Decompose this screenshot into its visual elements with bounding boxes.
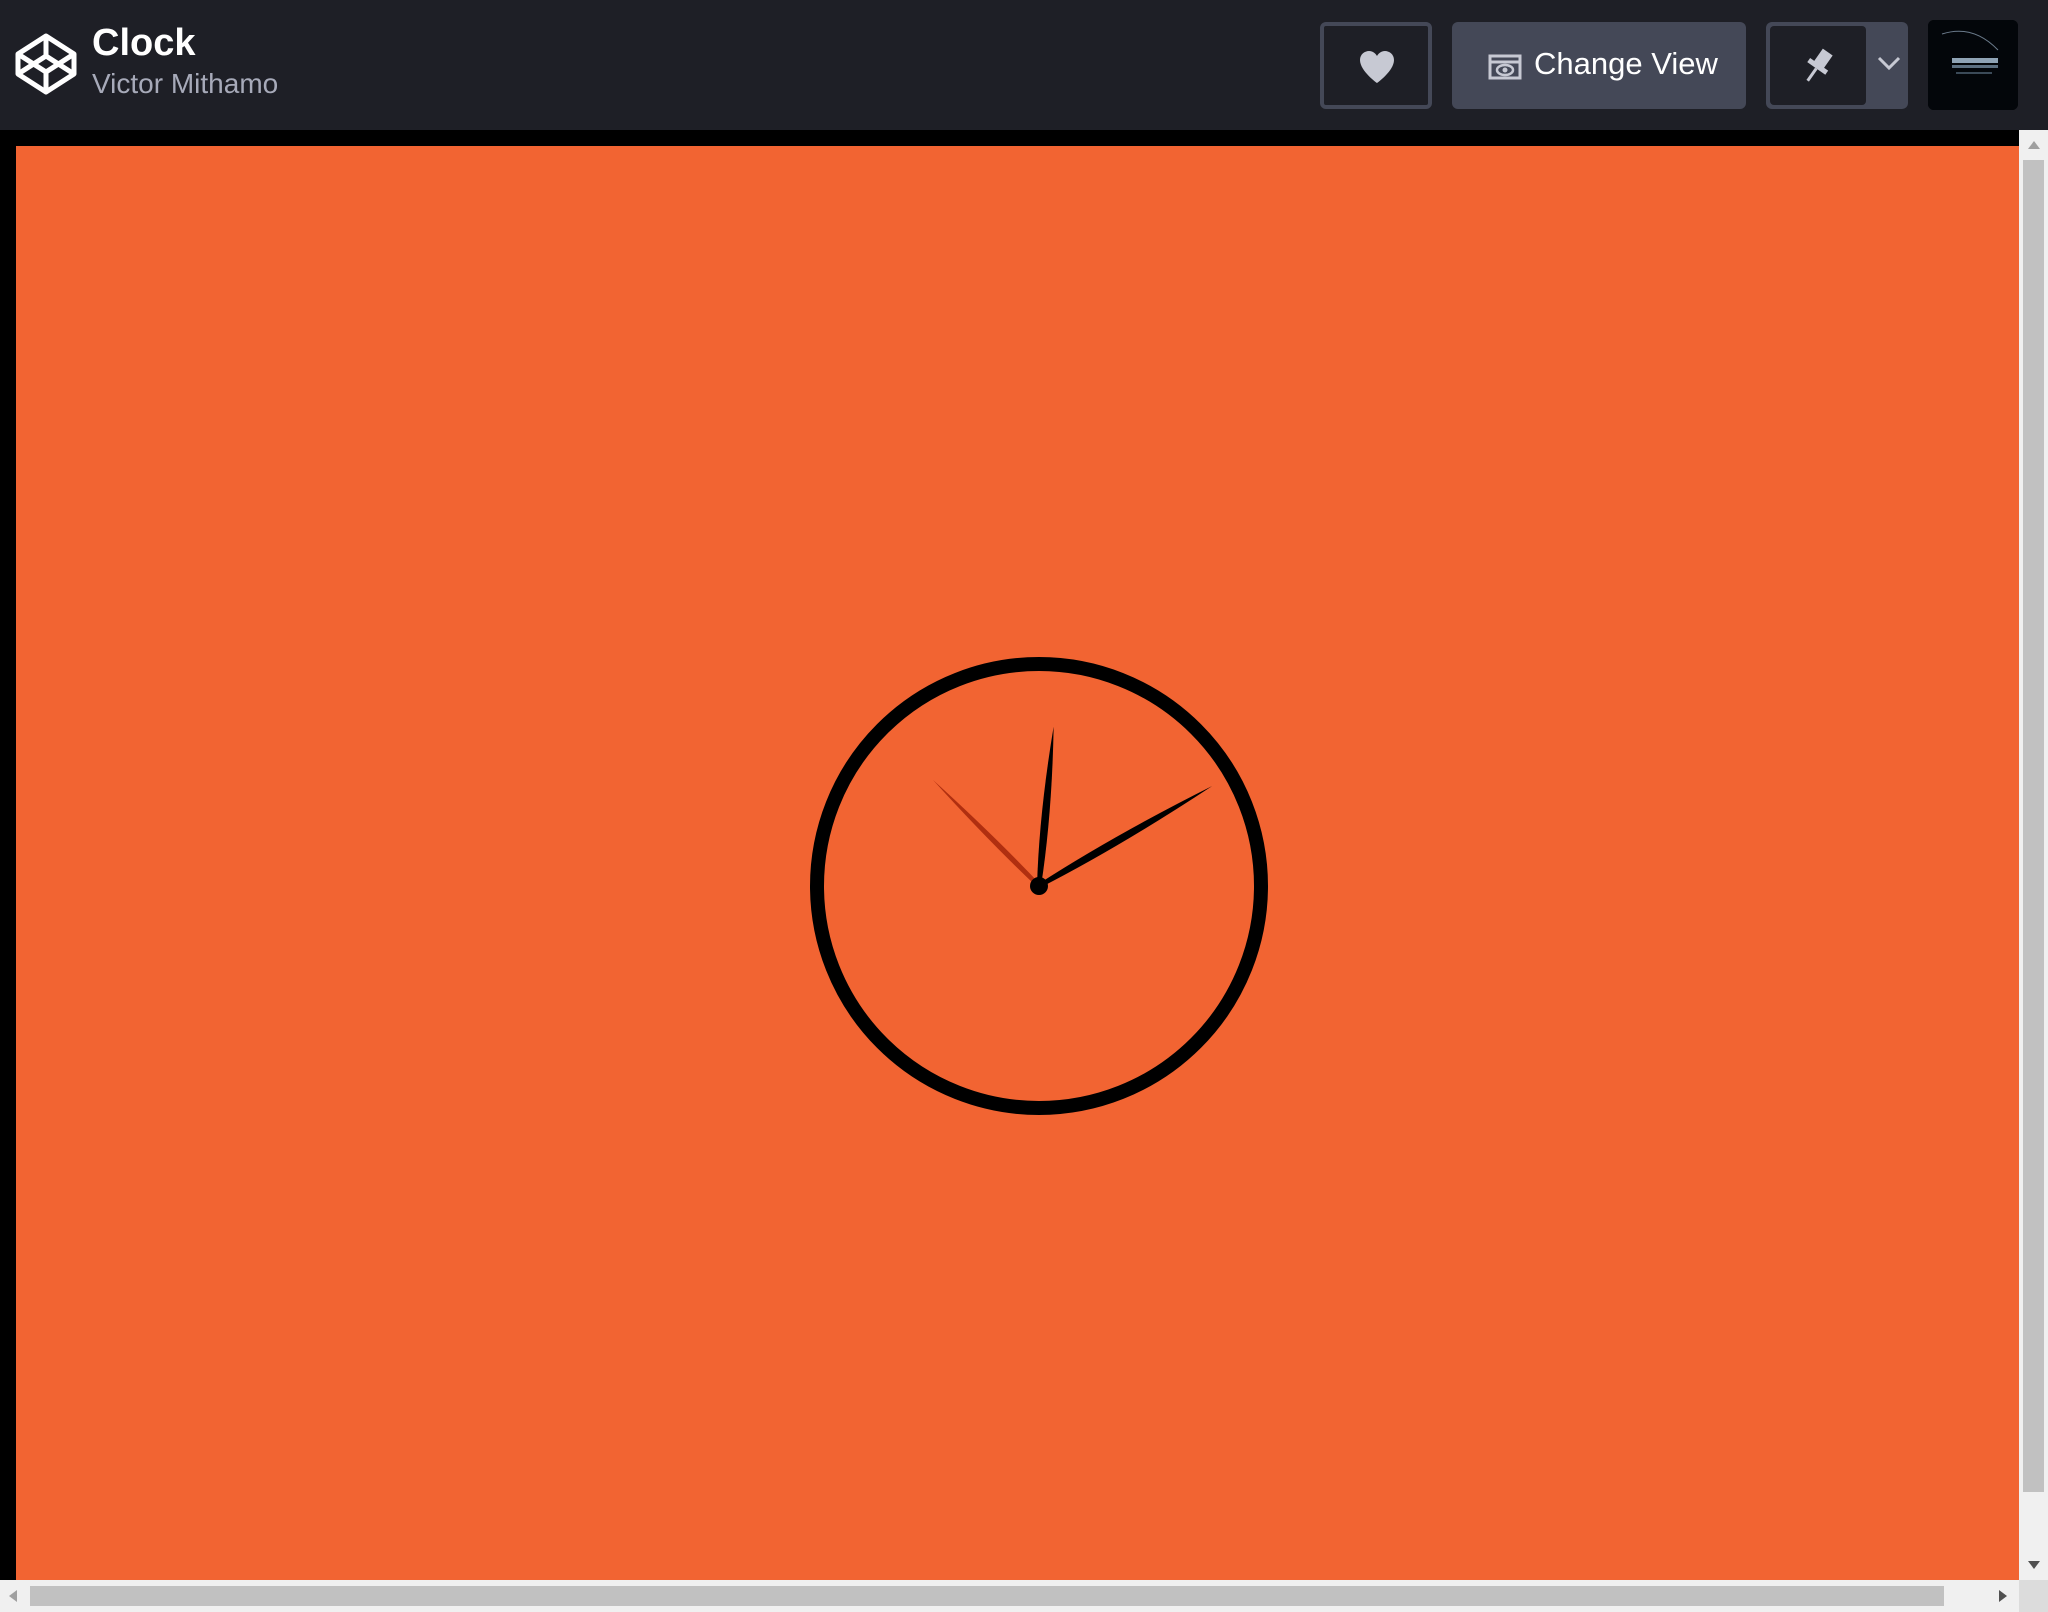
heart-icon [1360,51,1394,83]
pen-title[interactable]: Clock [92,20,195,66]
pen-author[interactable]: Victor Mithamo [92,66,278,102]
vertical-scroll-thumb[interactable] [2023,160,2044,1492]
vertical-scrollbar[interactable] [2019,130,2048,1580]
user-avatar[interactable] [1928,20,2018,110]
pin-button-group [1766,22,1908,109]
hour-hand [1038,786,1213,888]
minute-hand [1037,726,1054,887]
change-view-label: Change View [1534,46,1718,81]
pin-icon [1806,48,1833,82]
scroll-up-arrow-icon[interactable] [2027,140,2041,150]
scroll-left-arrow-icon[interactable] [8,1589,18,1603]
eye-window-icon [1488,54,1522,80]
scrollbar-corner [2019,1580,2048,1612]
clock [810,657,1268,1115]
horizontal-scroll-thumb[interactable] [30,1586,1944,1606]
pin-button[interactable] [1770,26,1866,105]
scroll-down-arrow-icon[interactable] [2027,1560,2041,1570]
second-hand [932,779,1041,888]
chevron-down-icon [1877,56,1901,71]
scroll-right-arrow-icon[interactable] [1998,1589,2008,1603]
horizontal-scrollbar[interactable] [0,1580,2019,1612]
avatar-image-icon [1928,20,2018,110]
pen-preview [16,146,2019,1580]
change-view-button[interactable]: Change View [1452,22,1746,109]
clock-center-pin [1030,877,1048,895]
codepen-logo-icon[interactable] [14,32,78,96]
love-button[interactable] [1320,22,1432,109]
pin-dropdown-button[interactable] [1870,22,1908,109]
top-bar: Clock Victor Mithamo Change View [0,0,2048,130]
